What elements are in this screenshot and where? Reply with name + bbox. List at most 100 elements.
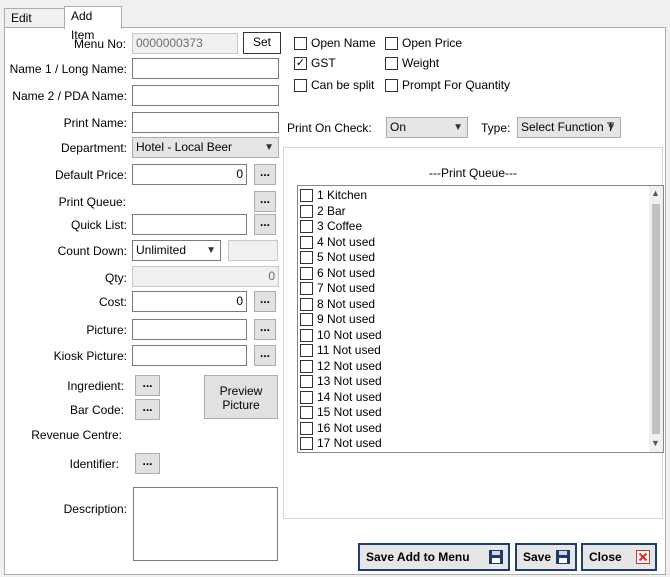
- print-name-label: Print Name:: [63, 116, 127, 130]
- print-queue-item-label: 14 Not used: [317, 390, 382, 404]
- print-queue-checkbox[interactable]: [300, 360, 313, 373]
- default-price-input[interactable]: 0: [132, 164, 247, 185]
- qty-field: 0: [132, 266, 279, 287]
- open-price-label: Open Price: [402, 36, 463, 50]
- identifier-browse-button[interactable]: ...: [135, 453, 160, 474]
- print-queue-checkbox[interactable]: [300, 267, 313, 280]
- print-queue-checkbox[interactable]: [300, 251, 313, 264]
- chevron-down-icon: ▼: [453, 122, 463, 133]
- kiosk-picture-browse-button[interactable]: ...: [254, 345, 276, 366]
- print-queue-checkbox[interactable]: [300, 329, 313, 342]
- chevron-down-icon: ▼: [264, 142, 274, 153]
- preview-picture-button[interactable]: Preview Picture: [204, 375, 278, 419]
- name2-input[interactable]: [132, 85, 279, 106]
- count-down-select[interactable]: Unlimited ▼: [132, 240, 221, 261]
- floppy-disk-icon: [489, 550, 503, 564]
- floppy-disk-icon: [556, 550, 570, 564]
- default-price-label: Default Price:: [54, 168, 127, 182]
- save-button[interactable]: Save: [515, 543, 577, 571]
- qty-label: Qty:: [104, 271, 127, 285]
- default-price-browse-button[interactable]: ...: [254, 164, 276, 185]
- tab-add-item[interactable]: Add Item: [64, 6, 122, 42]
- print-queue-item-label: 7 Not used: [317, 281, 376, 295]
- quick-list-browse-button[interactable]: ...: [254, 214, 276, 235]
- bar-code-label: Bar Code:: [69, 403, 124, 417]
- menu-no-field: 0000000373: [132, 33, 238, 54]
- open-name-checkbox[interactable]: [294, 37, 307, 50]
- scroll-down-icon[interactable]: ▼: [651, 438, 660, 448]
- print-queue-checkbox[interactable]: [300, 298, 313, 311]
- tab-edit-items[interactable]: Edit Items: [4, 8, 65, 44]
- cost-label: Cost:: [98, 295, 127, 309]
- close-button[interactable]: Close: [581, 543, 657, 571]
- print-queue-checkbox[interactable]: [300, 406, 313, 419]
- ingredient-label: Ingredient:: [67, 379, 124, 393]
- picture-browse-button[interactable]: ...: [254, 319, 276, 340]
- print-queue-checkbox[interactable]: [300, 220, 313, 233]
- print-queue-checkbox[interactable]: [300, 437, 313, 450]
- type-select[interactable]: Select Function T ▼: [517, 117, 621, 138]
- print-queue-item-label: 9 Not used: [317, 312, 376, 326]
- print-queue-list[interactable]: 1 Kitchen 2 Bar 3 Coffee 4 Not used 5 No…: [297, 185, 664, 453]
- print-queue-item-label: 6 Not used: [317, 266, 376, 280]
- print-queue-checkbox[interactable]: [300, 422, 313, 435]
- chevron-down-icon: ▼: [606, 122, 616, 133]
- print-queue-checkbox[interactable]: [300, 375, 313, 388]
- open-price-checkbox[interactable]: [385, 37, 398, 50]
- print-queue-checkbox[interactable]: [300, 236, 313, 249]
- print-queue-checkbox[interactable]: [300, 205, 313, 218]
- print-queue-item-label: 3 Coffee: [317, 219, 363, 233]
- print-name-input[interactable]: [132, 112, 279, 133]
- count-down-extra-field: [228, 240, 278, 261]
- cost-input[interactable]: 0: [132, 291, 247, 312]
- print-queue-item-label: 4 Not used: [317, 235, 376, 249]
- save-add-to-menu-button[interactable]: Save Add to Menu: [358, 543, 510, 571]
- print-queue-checkbox[interactable]: [300, 344, 313, 357]
- print-queue-item-label: 16 Not used: [317, 421, 382, 435]
- type-value: Select Function T: [521, 120, 615, 134]
- print-queue-label: Print Queue:: [58, 195, 126, 209]
- quick-list-input[interactable]: [132, 214, 247, 235]
- department-label: Department:: [60, 141, 127, 155]
- print-queue-checkbox[interactable]: [300, 189, 313, 202]
- print-queue-item-label: 13 Not used: [317, 374, 382, 388]
- print-queue-checkbox[interactable]: [300, 391, 313, 404]
- count-down-value: Unlimited: [136, 243, 187, 257]
- weight-label: Weight: [402, 56, 440, 70]
- print-on-check-select[interactable]: On ▼: [386, 117, 468, 138]
- red-x-icon: [636, 550, 650, 564]
- print-queue-scrollbar[interactable]: ▲ ▼: [649, 186, 663, 452]
- can-be-split-label: Can be split: [311, 78, 375, 92]
- open-name-label: Open Name: [311, 36, 376, 50]
- name2-label: Name 2 / PDA Name:: [12, 89, 127, 103]
- save-add-to-menu-label: Save Add to Menu: [366, 550, 470, 564]
- prompt-qty-label: Prompt For Quantity: [402, 78, 511, 92]
- weight-checkbox[interactable]: [385, 57, 398, 70]
- prompt-qty-checkbox[interactable]: [385, 79, 398, 92]
- name1-input[interactable]: [132, 58, 279, 79]
- scroll-up-icon[interactable]: ▲: [651, 188, 660, 198]
- can-be-split-checkbox[interactable]: [294, 79, 307, 92]
- scroll-thumb[interactable]: [652, 204, 660, 434]
- ingredient-browse-button[interactable]: ...: [135, 375, 160, 396]
- picture-input[interactable]: [132, 319, 247, 340]
- bar-code-browse-button[interactable]: ...: [135, 399, 160, 420]
- print-queue-browse-button[interactable]: ...: [254, 191, 276, 212]
- kiosk-picture-input[interactable]: [132, 345, 247, 366]
- gst-checkbox[interactable]: ✓: [294, 57, 307, 70]
- print-queue-checkbox[interactable]: [300, 313, 313, 326]
- print-queue-checkbox[interactable]: [300, 282, 313, 295]
- description-label: Description:: [63, 502, 127, 516]
- print-on-check-label: Print On Check:: [287, 121, 372, 135]
- check-icon: ✓: [295, 57, 306, 69]
- department-select[interactable]: Hotel - Local Beer ▼: [132, 137, 279, 158]
- close-label: Close: [589, 550, 622, 564]
- description-textarea[interactable]: [133, 487, 278, 561]
- picture-label: Picture:: [86, 323, 127, 337]
- type-label: Type:: [481, 121, 511, 135]
- revenue-centre-label: Revenue Centre:: [31, 428, 122, 442]
- cost-browse-button[interactable]: ...: [254, 291, 276, 312]
- print-queue-item-label: 2 Bar: [317, 204, 346, 218]
- print-queue-item-label: 17 Not used: [317, 436, 382, 450]
- set-button[interactable]: Set: [243, 32, 281, 54]
